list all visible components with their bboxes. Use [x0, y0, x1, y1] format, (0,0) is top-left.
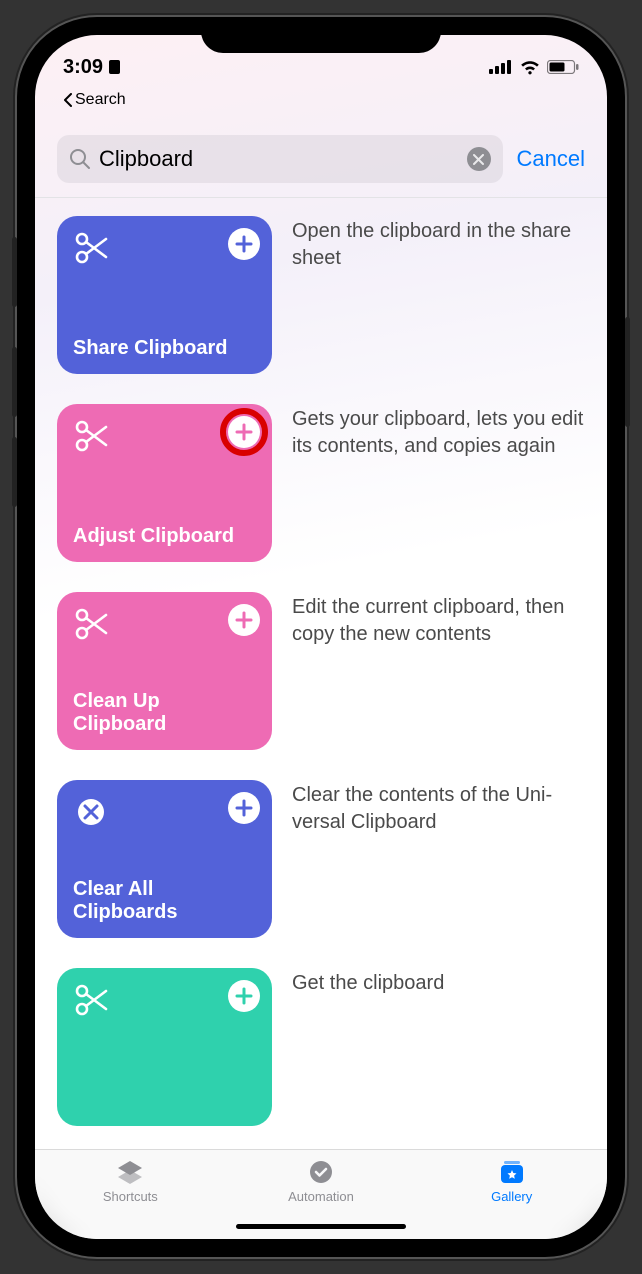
gallery-icon: [497, 1158, 527, 1186]
battery-icon: [547, 60, 579, 74]
shortcuts-icon: [115, 1158, 145, 1186]
screen: 3:09 Search Cancel Share Clipboa: [35, 35, 607, 1239]
status-right: [489, 59, 579, 75]
tab-label: Gallery: [491, 1189, 532, 1204]
shortcut-tile[interactable]: Clear All Clipboards: [57, 780, 272, 938]
tile-title: Clear All Clipboards: [73, 878, 256, 924]
shortcut-tile[interactable]: [57, 968, 272, 1126]
status-time: 3:09: [63, 56, 103, 79]
result-row: Clean Up Clipboard Edit the current clipb…: [35, 592, 607, 780]
row-description: Clear the con­tents of the Uni­versal Cl…: [292, 780, 585, 938]
row-description: Open the clip­board in the share sheet: [292, 216, 585, 374]
tile-title: Clean Up Clipboard: [73, 690, 256, 736]
result-row: Get the clipboard: [35, 968, 607, 1149]
result-row: Share Clipboard Open the clip­board in th…: [35, 216, 607, 404]
highlight-ring: [220, 408, 268, 456]
add-button[interactable]: [228, 792, 260, 824]
row-description: Get the clipboard: [292, 968, 585, 1126]
tab-label: Automation: [288, 1189, 354, 1204]
result-row: Adjust Clipboard Gets your clip­board, le…: [35, 404, 607, 592]
add-button[interactable]: [228, 604, 260, 636]
tab-shortcuts[interactable]: Shortcuts: [35, 1158, 226, 1204]
wifi-icon: [519, 59, 541, 75]
search-header: Cancel: [35, 109, 607, 198]
automation-icon: [306, 1158, 336, 1186]
results-list[interactable]: Share Clipboard Open the clip­board in th…: [35, 198, 607, 1149]
plus-icon: [235, 987, 253, 1005]
tab-gallery[interactable]: Gallery: [416, 1158, 607, 1204]
row-description: Edit the current clipboard, then copy th…: [292, 592, 585, 750]
search-field[interactable]: [57, 135, 503, 183]
chevron-left-icon: [63, 93, 73, 107]
plus-icon: [235, 611, 253, 629]
clear-search-button[interactable]: [467, 147, 491, 171]
cancel-button[interactable]: Cancel: [517, 146, 585, 172]
status-left: 3:09: [63, 56, 122, 79]
shortcut-tile[interactable]: Share Clipboard: [57, 216, 272, 374]
close-icon: [473, 154, 484, 165]
search-input[interactable]: [99, 146, 459, 172]
plus-icon: [235, 799, 253, 817]
back-to-search[interactable]: Search: [35, 91, 607, 109]
add-button[interactable]: [228, 980, 260, 1012]
app-context-icon: [107, 58, 122, 76]
phone-bezel: 3:09 Search Cancel Share Clipboa: [17, 17, 625, 1257]
row-description: Gets your clip­board, lets you edit its …: [292, 404, 585, 562]
signal-icon: [489, 60, 513, 74]
shortcut-tile[interactable]: Adjust Clipboard: [57, 404, 272, 562]
tab-label: Shortcuts: [103, 1189, 158, 1204]
result-row: Clear All Clipboards Clear the con­tents …: [35, 780, 607, 968]
tile-title: Share Clipboard: [73, 337, 256, 360]
back-label: Search: [75, 91, 126, 109]
tile-title: Adjust Clipboard: [73, 525, 256, 548]
shortcut-tile[interactable]: Clean Up Clipboard: [57, 592, 272, 750]
tab-automation[interactable]: Automation: [226, 1158, 417, 1204]
home-indicator[interactable]: [236, 1224, 406, 1229]
notch: [201, 17, 441, 53]
plus-icon: [235, 235, 253, 253]
add-button[interactable]: [228, 228, 260, 260]
search-icon: [69, 148, 91, 170]
